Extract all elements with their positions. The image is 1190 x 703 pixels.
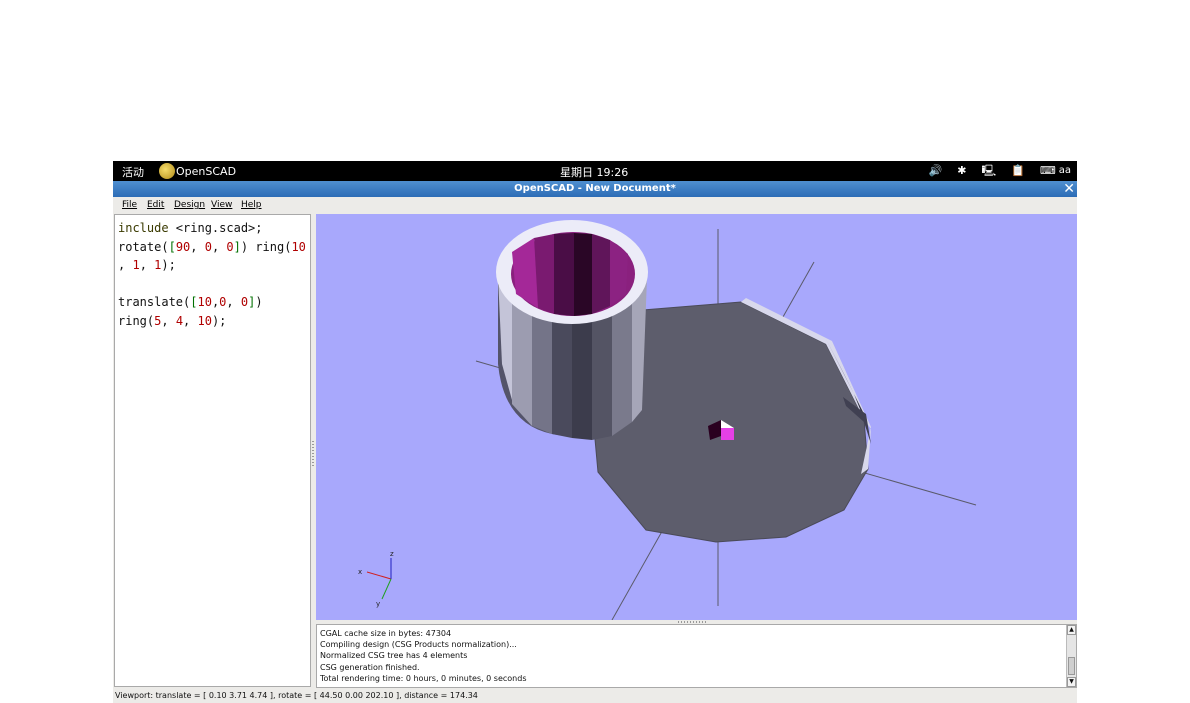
code-line[interactable]: translate([10,0, 0]) [118, 293, 263, 311]
code-token: ring( [118, 313, 155, 328]
code-token: 4 [175, 313, 184, 328]
code-line[interactable]: include <ring.scad>; [118, 219, 263, 237]
code-line[interactable]: rotate([90, 0, 0]) ring(10 [118, 238, 306, 256]
code-token: 0 [240, 295, 249, 309]
app-menu[interactable]: OpenSCAD [159, 163, 236, 179]
menu-file[interactable]: File [122, 200, 137, 210]
code-token: 90 [175, 239, 191, 254]
3d-viewport[interactable]: x z y [316, 214, 1077, 620]
keyboard-icon[interactable]: ⌨ [1040, 163, 1056, 179]
status-bar: Viewport: translate = [ 0.10 3.71 4.74 ]… [113, 688, 1077, 703]
code-token: 10 [291, 239, 306, 254]
code-token: ] [233, 239, 241, 254]
openscad-logo-icon [159, 163, 175, 179]
vertical-splitter-handle[interactable] [312, 441, 314, 466]
menu-design[interactable]: Design [174, 200, 205, 210]
activities-button[interactable]: 活动 [122, 164, 144, 180]
console-output[interactable]: ▲ ▼ CGAL cache size in bytes: 47304 Compi… [316, 624, 1077, 688]
code-token: , [211, 239, 227, 254]
code-line[interactable]: ring(5, 4, 10); [118, 312, 226, 330]
code-token: ); [161, 258, 176, 272]
code-token: [ [168, 239, 176, 254]
code-token: , [183, 313, 198, 328]
code-token: ) [255, 295, 263, 309]
code-token: 0 [204, 239, 212, 254]
menu-edit[interactable]: Edit [147, 200, 164, 210]
network-icon[interactable]: 🖳 [981, 163, 996, 179]
window-titlebar[interactable]: OpenSCAD - New Document* ✕ [113, 181, 1077, 197]
console-message: Compiling design (CSG Products normaliza… [320, 640, 517, 650]
code-token: 10 [197, 295, 212, 309]
close-icon[interactable]: ✕ [1063, 181, 1075, 197]
code-token: 0 [226, 239, 234, 254]
console-message: Total rendering time: 0 hours, 0 minutes… [320, 673, 527, 683]
top-panel: 活动 OpenSCAD 星期日 19:26 🔊 ✱ 🖳 📋 ⌨ aa [113, 161, 1077, 181]
axis-x-label: x [358, 568, 362, 576]
code-token: , [190, 239, 205, 254]
code-token: , [226, 295, 241, 309]
console-message: CSG generation finished. [320, 662, 420, 672]
code-token: 10 [197, 313, 212, 328]
menu-view[interactable]: View [211, 200, 232, 210]
menu-help[interactable]: Help [241, 200, 262, 210]
scroll-down-icon[interactable]: ▼ [1067, 677, 1076, 687]
code-token: , [118, 258, 133, 272]
volume-icon[interactable]: 🔊 [929, 163, 943, 179]
scroll-up-icon[interactable]: ▲ [1067, 625, 1076, 635]
system-tray: 🔊 ✱ 🖳 📋 ⌨ aa [914, 163, 1071, 179]
app-name: OpenSCAD [176, 164, 237, 178]
code-token: , [139, 258, 155, 272]
3d-scene: x z y [358, 220, 977, 620]
menu-bar: File Edit Design View Help [113, 197, 1077, 214]
code-token: include [118, 221, 176, 235]
axis-gizmo: x z y [358, 550, 394, 608]
code-token: <ring.scad>; [175, 221, 263, 235]
code-token: 1 [132, 258, 140, 272]
code-token: ); [211, 313, 227, 328]
window-title: OpenSCAD - New Document* [514, 183, 676, 194]
code-line[interactable]: , 1, 1); [118, 256, 176, 274]
cylinder-object [496, 220, 648, 440]
clock[interactable]: 星期日 19:26 [560, 164, 628, 180]
code-token: rotate( [118, 239, 169, 254]
code-token: ) ring( [240, 239, 292, 254]
clipboard-icon[interactable]: 📋 [1011, 163, 1025, 179]
keyboard-layout-label[interactable]: aa [1059, 163, 1071, 179]
console-message: CGAL cache size in bytes: 47304 [320, 629, 452, 638]
code-token: translate( [118, 295, 191, 309]
axis-z-label: z [390, 550, 394, 558]
axis-y-label: y [376, 600, 380, 608]
code-token: , [161, 313, 176, 328]
horizontal-splitter-handle[interactable] [678, 621, 706, 623]
scroll-thumb[interactable] [1068, 657, 1075, 675]
screen: 活动 OpenSCAD 星期日 19:26 🔊 ✱ 🖳 📋 ⌨ aa OpenS… [113, 161, 1077, 703]
console-message: Normalized CSG tree has 4 elements [320, 651, 468, 661]
console-scrollbar[interactable]: ▲ ▼ [1066, 625, 1076, 687]
bluetooth-icon[interactable]: ✱ [957, 163, 966, 179]
code-editor[interactable]: include <ring.scad>; rotate([90, 0, 0]) r… [114, 214, 311, 687]
